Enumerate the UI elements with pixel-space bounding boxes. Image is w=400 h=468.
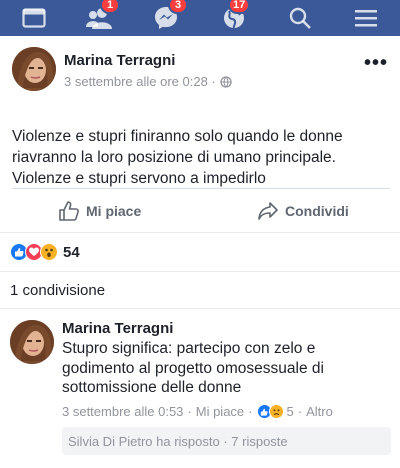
share-arrow-icon — [258, 202, 278, 220]
post-card: Marina Terragni 3 settembre alle ore 0:2… — [0, 36, 400, 232]
thumbs-up-icon — [59, 201, 79, 221]
nav-friend-requests[interactable]: 1 — [70, 0, 130, 36]
share-button-label: Condividi — [285, 203, 349, 219]
meta-separator: · — [187, 404, 192, 419]
sad-reaction-icon — [268, 404, 284, 419]
comment-like-link[interactable]: Mi piace — [196, 404, 244, 419]
search-icon — [289, 7, 311, 29]
profile-photo — [10, 320, 54, 364]
comment-more-link[interactable]: Altro — [306, 404, 333, 419]
friend-requests-badge: 1 — [100, 0, 120, 14]
comment-meta: 3 settembre alle 0:53 · Mi piace · 5 · A… — [62, 404, 333, 419]
shares-count[interactable]: 1 condivisione — [0, 272, 400, 308]
reaction-count: 54 — [63, 243, 80, 261]
globe-icon — [220, 75, 232, 88]
nav-home[interactable] — [4, 0, 64, 36]
nav-menu[interactable] — [336, 0, 396, 36]
post-meta: 3 settembre alle ore 0:28 · — [64, 74, 232, 89]
top-nav-bar: 1 3 17 — [0, 0, 400, 36]
comment-reaction-count: 5 — [286, 404, 294, 419]
comment-avatar[interactable] — [10, 320, 54, 364]
nav-search[interactable] — [270, 0, 330, 36]
comment-text-line: Stupro significa: partecipo con zelo e — [62, 340, 316, 357]
menu-icon — [355, 10, 377, 27]
comment-item: Marina Terragni Stupro significa: partec… — [0, 309, 400, 468]
wow-reaction-icon — [40, 243, 58, 261]
post-text-line: Violenze e stupri finiranno solo quando … — [12, 128, 343, 145]
reactions-summary[interactable]: 54 — [0, 233, 400, 271]
post-author-name[interactable]: Marina Terragni — [64, 52, 175, 69]
meta-separator: · — [297, 404, 303, 419]
actions-divider — [12, 188, 390, 189]
replies-summary-text: Silvia Di Pietro ha risposto · 7 rispost… — [68, 433, 288, 449]
replies-summary[interactable]: Silvia Di Pietro ha risposto · 7 rispost… — [62, 427, 391, 455]
profile-photo — [12, 47, 56, 91]
comment-timestamp[interactable]: 3 settembre alle 0:53 — [62, 404, 183, 419]
nav-messages[interactable]: 3 — [136, 0, 196, 36]
post-text-line: riavranno la loro posizione di umano pri… — [12, 149, 336, 166]
post-body: Violenze e stupri finiranno solo quando … — [12, 126, 392, 189]
shares-count-label: 1 condivisione — [10, 281, 106, 299]
meta-separator: · — [248, 404, 253, 419]
comment-author-name[interactable]: Marina Terragni — [62, 320, 173, 337]
post-timestamp[interactable]: 3 settembre alle ore 0:28 · — [64, 74, 216, 89]
nav-notifications[interactable]: 17 — [204, 0, 264, 36]
comment-reactions[interactable]: 5 — [256, 404, 294, 419]
like-button-label: Mi piace — [86, 203, 142, 219]
browser-window-icon — [22, 8, 46, 28]
comment-text-line: godimento al progetto omosessuale di — [62, 359, 324, 377]
comment-text-line: sottomissione delle donne — [62, 379, 242, 396]
avatar[interactable] — [12, 47, 56, 91]
notifications-badge: 17 — [228, 0, 251, 14]
like-button[interactable]: Mi piace — [58, 200, 141, 222]
messages-badge: 3 — [168, 0, 188, 14]
comment-body: Stupro significa: partecipo con zelo e g… — [62, 339, 382, 398]
post-text-line: Violenze e stupri servono a impedirlo — [12, 170, 266, 187]
share-button[interactable]: Condividi — [257, 200, 349, 222]
post-more-options-button[interactable]: ••• — [364, 53, 388, 73]
